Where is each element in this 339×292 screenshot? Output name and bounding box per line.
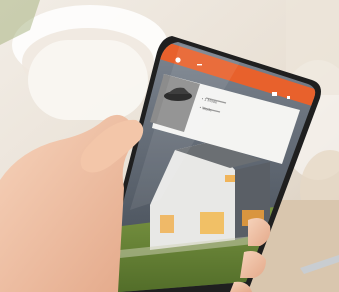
product-photo xyxy=(0,0,339,292)
settings-icon xyxy=(272,92,277,96)
phone-icon xyxy=(287,96,290,99)
photo-frame: • 1 Mode • Mode xyxy=(0,0,339,292)
